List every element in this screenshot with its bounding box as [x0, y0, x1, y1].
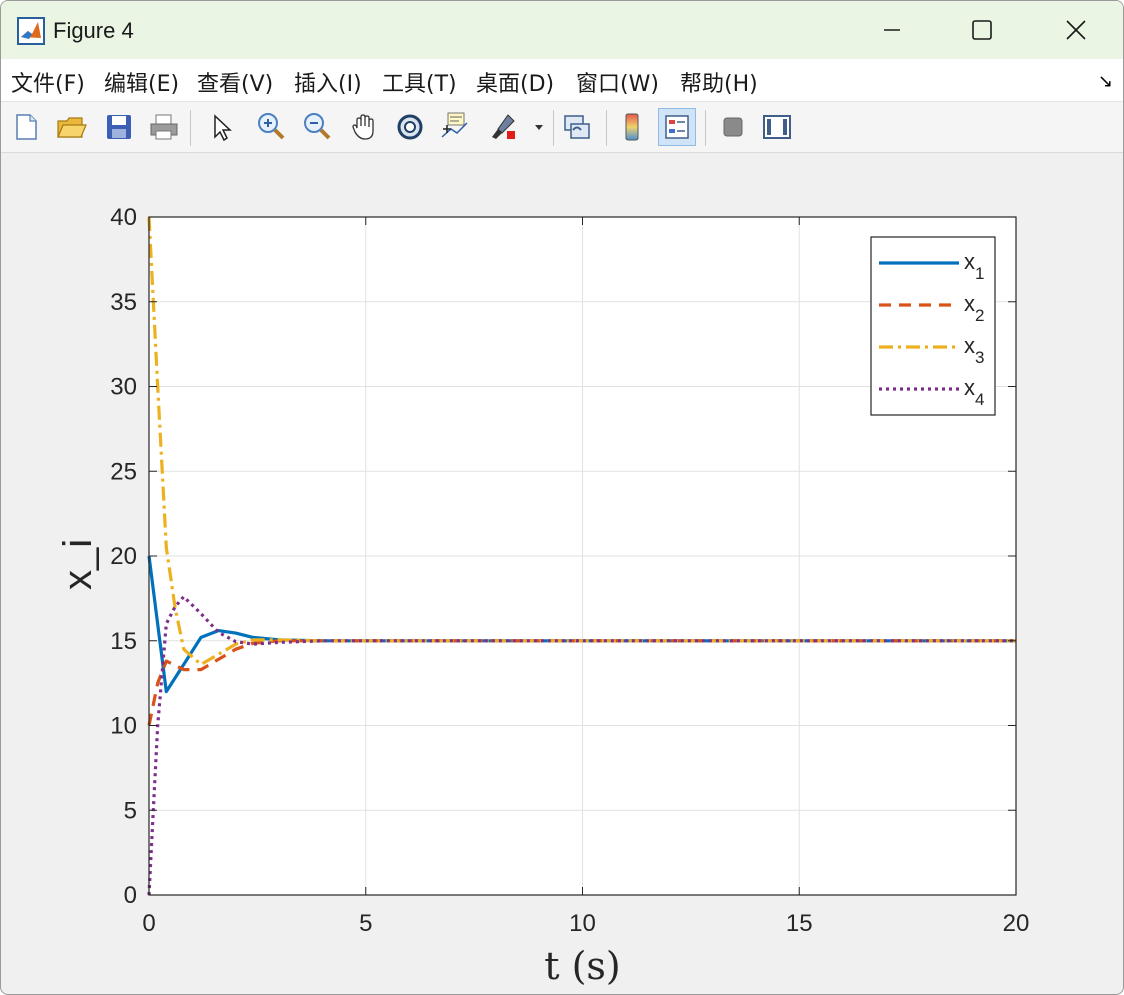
colorbar-icon[interactable]: [613, 108, 651, 146]
y-tick-label: 30: [110, 374, 137, 401]
open-file-icon[interactable]: [52, 108, 90, 146]
y-tick-label: 20: [110, 543, 137, 570]
y-tick-label: 35: [110, 289, 137, 316]
x-axis-label: t (s): [544, 944, 621, 988]
brush-icon[interactable]: [485, 108, 523, 146]
y-tick-label: 15: [110, 628, 137, 655]
toolbar: [1, 102, 1123, 153]
menu-bar: 文件(F) 编辑(E) 查看(V) 插入(I) 工具(T) 桌面(D) 窗口(W…: [1, 59, 1123, 102]
show-plot-tools-icon[interactable]: [758, 108, 796, 146]
print-icon[interactable]: [145, 108, 183, 146]
minimize-button[interactable]: [847, 5, 937, 55]
toolbar-separator: [190, 110, 191, 146]
toolbar-separator: [705, 110, 706, 146]
zoom-in-icon[interactable]: [252, 108, 290, 146]
y-tick-label: 25: [110, 458, 137, 485]
menu-insert[interactable]: 插入(I): [294, 66, 362, 98]
menu-file[interactable]: 文件(F): [11, 66, 85, 98]
legend-subscript-2: 2: [975, 306, 984, 325]
menu-help[interactable]: 帮助(H): [680, 66, 758, 98]
legend-subscript-3: 3: [975, 348, 984, 367]
legend-subscript-1: 1: [975, 264, 984, 283]
zoom-out-icon[interactable]: [298, 108, 336, 146]
maximize-button[interactable]: [937, 5, 1027, 55]
close-button[interactable]: [1031, 5, 1121, 55]
menu-view[interactable]: 查看(V): [197, 66, 273, 98]
link-plot-icon[interactable]: [558, 108, 596, 146]
brush-dropdown-icon[interactable]: [527, 108, 551, 146]
y-tick-label: 5: [124, 797, 137, 824]
legend-icon[interactable]: [658, 108, 696, 146]
line-chart: 0 5 10 15 20 0 5 10 15 20 25 30 35 40 t (s) x_i x1x2x3x4: [56, 204, 1030, 988]
new-figure-icon[interactable]: [7, 108, 45, 146]
close-icon: [1066, 20, 1086, 40]
y-tick-label: 10: [110, 713, 137, 740]
x-tick-label: 15: [786, 910, 813, 937]
x-tick-label: 0: [142, 910, 155, 937]
legend-subscript-4: 4: [975, 390, 984, 409]
title-bar: Figure 4: [1, 1, 1123, 59]
dock-arrow-icon[interactable]: ↘: [1098, 71, 1113, 92]
y-tick-label: 0: [124, 882, 137, 909]
menu-tools[interactable]: 工具(T): [382, 66, 457, 98]
x-tick-label: 5: [359, 910, 372, 937]
y-axis-label: x_i: [56, 539, 100, 590]
menu-window[interactable]: 窗口(W): [576, 66, 659, 98]
figure-window: Figure 4 文件(F) 编辑(E) 查看(V) 插入(I) 工具(T) 桌…: [0, 0, 1124, 995]
toolbar-separator: [553, 110, 554, 146]
data-cursor-icon[interactable]: [436, 108, 474, 146]
legend: x1x2x3x4: [870, 236, 996, 416]
matlab-logo-icon: [17, 17, 45, 45]
y-tick-label: 40: [110, 204, 137, 231]
pan-hand-icon[interactable]: [346, 108, 384, 146]
hide-plot-tools-icon[interactable]: [714, 108, 752, 146]
x-tick-label: 20: [1003, 910, 1030, 937]
save-icon[interactable]: [100, 108, 138, 146]
x-tick-label: 10: [569, 910, 596, 937]
window-title: Figure 4: [53, 18, 134, 43]
rotate-3d-icon[interactable]: [391, 108, 429, 146]
minimize-icon: [884, 29, 900, 31]
select-pointer-icon[interactable]: [201, 108, 239, 146]
toolbar-separator: [606, 110, 607, 146]
menu-desktop[interactable]: 桌面(D): [476, 66, 554, 98]
menu-edit[interactable]: 编辑(E): [104, 66, 179, 98]
maximize-icon: [972, 20, 992, 40]
